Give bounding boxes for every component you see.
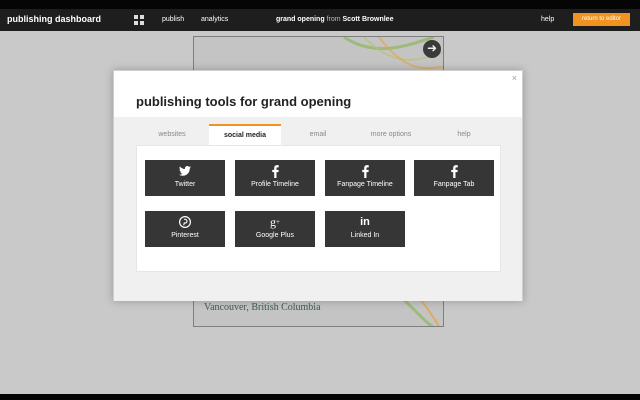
profile-timeline-button[interactable]: Profile Timeline <box>235 160 315 196</box>
linkedin-button[interactable]: in Linked In <box>325 211 405 247</box>
tab-websites[interactable]: websites <box>136 124 208 145</box>
tile-label: Linked In <box>350 232 380 239</box>
facebook-icon <box>235 164 315 178</box>
app-brand[interactable]: publishing dashboard <box>7 14 101 24</box>
document-name: grand opening <box>276 16 325 23</box>
tile-label: Pinterest <box>171 232 199 239</box>
publishing-tools-modal: × publishing tools for grand opening web… <box>113 70 523 301</box>
pinterest-button[interactable]: Pinterest <box>145 211 225 247</box>
social-media-panel: Twitter Profile Timeline Fanpage Timelin… <box>136 145 501 272</box>
fanpage-tab-button[interactable]: Fanpage Tab <box>414 160 494 196</box>
tab-more-options[interactable]: more options <box>355 124 427 145</box>
location-text: Vancouver, British Columbia <box>204 302 321 313</box>
tab-email[interactable]: email <box>282 124 354 145</box>
google-plus-button[interactable]: g + Google Plus <box>235 211 315 247</box>
facebook-icon <box>325 164 405 178</box>
twitter-icon <box>145 164 225 178</box>
publishing-tabs: websites social media email more options… <box>136 124 501 145</box>
window-top-strip <box>0 0 640 9</box>
grid-icon[interactable] <box>134 15 144 25</box>
google-plus-icon: g + <box>270 214 280 229</box>
document-from: from <box>326 16 341 23</box>
next-arrow-icon[interactable]: ➜ <box>423 40 441 58</box>
fanpage-timeline-button[interactable]: Fanpage Timeline <box>325 160 405 196</box>
pinterest-icon <box>145 215 225 229</box>
tab-social-media[interactable]: social media <box>209 124 281 145</box>
tile-label: Fanpage Tab <box>433 181 475 188</box>
tile-label: Fanpage Timeline <box>337 181 393 188</box>
return-to-editor-button[interactable]: return to editor <box>573 13 630 26</box>
nav-help[interactable]: help <box>541 16 554 23</box>
tab-help[interactable]: help <box>428 124 500 145</box>
nav-analytics[interactable]: analytics <box>201 16 228 23</box>
tile-label: Twitter <box>174 181 196 188</box>
linkedin-icon: in <box>360 216 370 228</box>
facebook-icon <box>414 164 494 178</box>
document-title: grand opening from Scott Brownlee <box>276 16 393 23</box>
close-icon[interactable]: × <box>512 74 517 83</box>
nav-publish[interactable]: publish <box>162 16 184 23</box>
tile-label: Google Plus <box>255 232 295 239</box>
app-header: publishing dashboard publish analytics g… <box>0 9 640 31</box>
modal-title: publishing tools for grand opening <box>136 94 352 109</box>
document-author: Scott Brownlee <box>342 16 394 23</box>
tile-label: Profile Timeline <box>251 181 299 188</box>
window-bottom-strip <box>0 394 640 400</box>
twitter-button[interactable]: Twitter <box>145 160 225 196</box>
